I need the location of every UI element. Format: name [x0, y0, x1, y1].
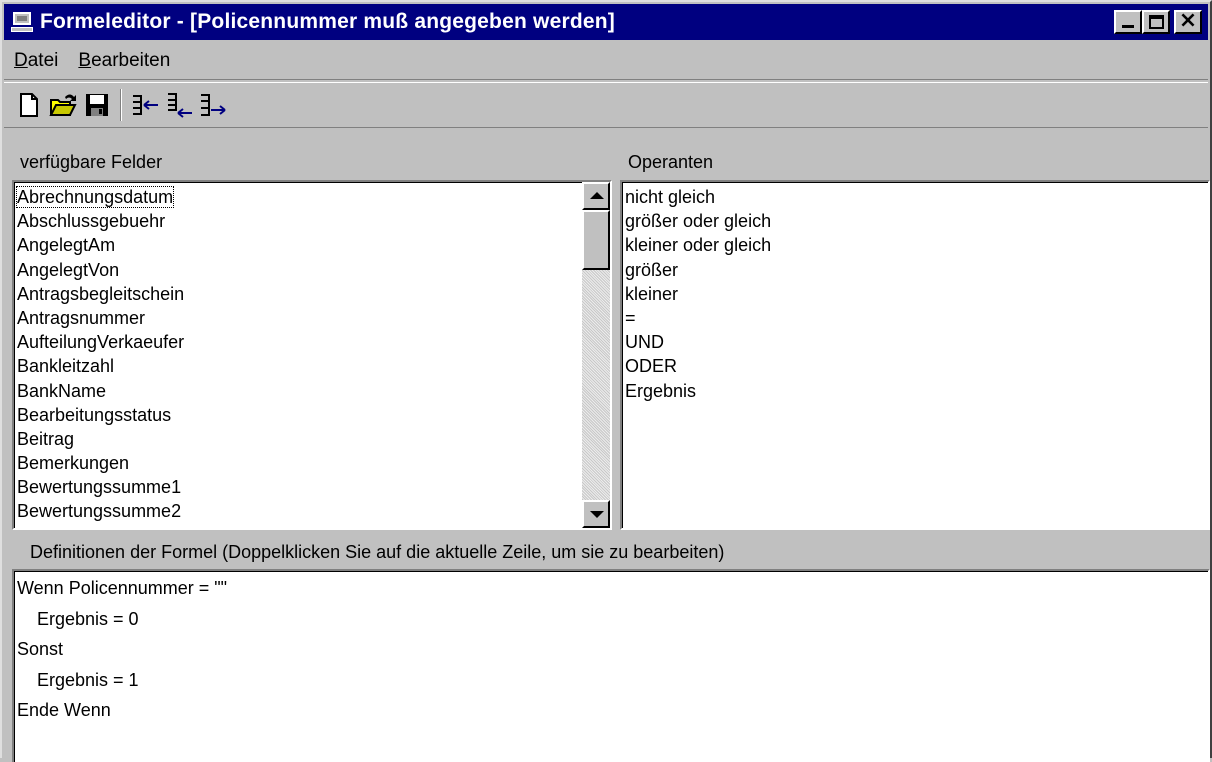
scroll-down-button[interactable]: [582, 500, 610, 528]
remove-field-icon: [168, 93, 192, 118]
title-bar[interactable]: Formeleditor - [Policennummer muß angege…: [4, 4, 1208, 40]
open-button[interactable]: [48, 90, 78, 120]
field-list-item[interactable]: BankName: [14, 379, 610, 403]
field-list-item[interactable]: AngelegtVon: [14, 258, 610, 282]
operands-label: Operanten: [628, 152, 714, 172]
operand-list-item[interactable]: UND: [622, 330, 1208, 354]
fields-label: verfügbare Felder: [20, 152, 163, 172]
formeleditor-window: Formeleditor - [Policennummer muß angege…: [0, 0, 1212, 762]
menu-datei[interactable]: Datei: [4, 50, 68, 72]
open-folder-icon: [49, 94, 77, 116]
formula-line[interactable]: Ende Wenn: [14, 695, 1208, 726]
field-list-item[interactable]: Bemerkungen: [14, 451, 610, 475]
toolbar-separator: [120, 89, 122, 121]
close-button[interactable]: ×: [1174, 8, 1202, 34]
minimize-icon: [1122, 25, 1134, 28]
append-field-icon: [201, 94, 226, 116]
append-field-button[interactable]: [198, 90, 228, 120]
field-list-item[interactable]: Bewertungssumme2: [14, 499, 610, 523]
field-list-item[interactable]: Bankleitzahl: [14, 354, 610, 378]
insert-field-icon: [133, 95, 158, 115]
operand-list-item[interactable]: nicht gleich: [622, 185, 1208, 209]
window-title: Formeleditor - [Policennummer muß angege…: [40, 10, 615, 33]
scroll-thumb[interactable]: [582, 210, 610, 270]
fields-scrollbar[interactable]: [582, 182, 610, 528]
maximize-icon: [1149, 15, 1164, 29]
formula-line[interactable]: Sonst: [14, 634, 1208, 665]
menu-bearbeiten[interactable]: Bearbeiten: [68, 50, 180, 72]
operand-list-item[interactable]: ODER: [622, 354, 1208, 378]
formula-definition-area[interactable]: Wenn Policennummer = "" Ergebnis = 0 Sons…: [12, 569, 1210, 762]
fields-listbox[interactable]: Abrechnungsdatum Abschlussgebuehr Angelegt…: [12, 180, 612, 530]
field-list-item[interactable]: Bewertungssumme1: [14, 475, 610, 499]
operand-list-item[interactable]: =: [622, 306, 1208, 330]
minimize-button[interactable]: [1114, 10, 1142, 34]
field-list-item[interactable]: AufteilungVerkaeufer: [14, 330, 610, 354]
field-list-item[interactable]: Abrechnungsdatum: [14, 185, 610, 209]
operand-list-item[interactable]: Ergebnis: [622, 379, 1208, 403]
field-list-item[interactable]: Antragsbegleitschein: [14, 282, 610, 306]
formula-label: Definitionen der Formel (Doppelklicken S…: [30, 542, 725, 562]
menu-bar: Datei Bearbeiten: [4, 42, 1208, 80]
field-list-item[interactable]: Antragsnummer: [14, 306, 610, 330]
formula-line[interactable]: Wenn Policennummer = "": [14, 573, 1208, 604]
toolbar: [4, 82, 1208, 128]
formula-line[interactable]: Ergebnis = 1: [14, 665, 1208, 696]
field-list-item[interactable]: Bearbeitungsstatus: [14, 403, 610, 427]
field-list-item[interactable]: AngelegtAm: [14, 233, 610, 257]
close-icon: ×: [1178, 8, 1198, 33]
arrow-down-icon: [590, 511, 604, 518]
save-button[interactable]: [82, 90, 112, 120]
operand-list-item[interactable]: größer oder gleich: [622, 209, 1208, 233]
operands-listbox[interactable]: nicht gleich größer oder gleich kleiner od…: [620, 180, 1210, 530]
maximize-button[interactable]: [1142, 10, 1170, 34]
scroll-up-button[interactable]: [582, 182, 610, 210]
operand-list-item[interactable]: kleiner oder gleich: [622, 233, 1208, 257]
new-document-icon: [20, 93, 38, 117]
arrow-up-icon: [590, 192, 604, 199]
field-list-item[interactable]: Abschlussgebuehr: [14, 209, 610, 233]
computer-icon[interactable]: [10, 9, 36, 35]
new-document-button[interactable]: [14, 90, 44, 120]
operand-list-item[interactable]: größer: [622, 258, 1208, 282]
insert-field-button[interactable]: [130, 90, 160, 120]
remove-field-button[interactable]: [164, 90, 194, 120]
save-disk-icon: [86, 94, 108, 116]
formula-line[interactable]: Ergebnis = 0: [14, 604, 1208, 635]
operand-list-item[interactable]: kleiner: [622, 282, 1208, 306]
field-list-item[interactable]: Beitrag: [14, 427, 610, 451]
